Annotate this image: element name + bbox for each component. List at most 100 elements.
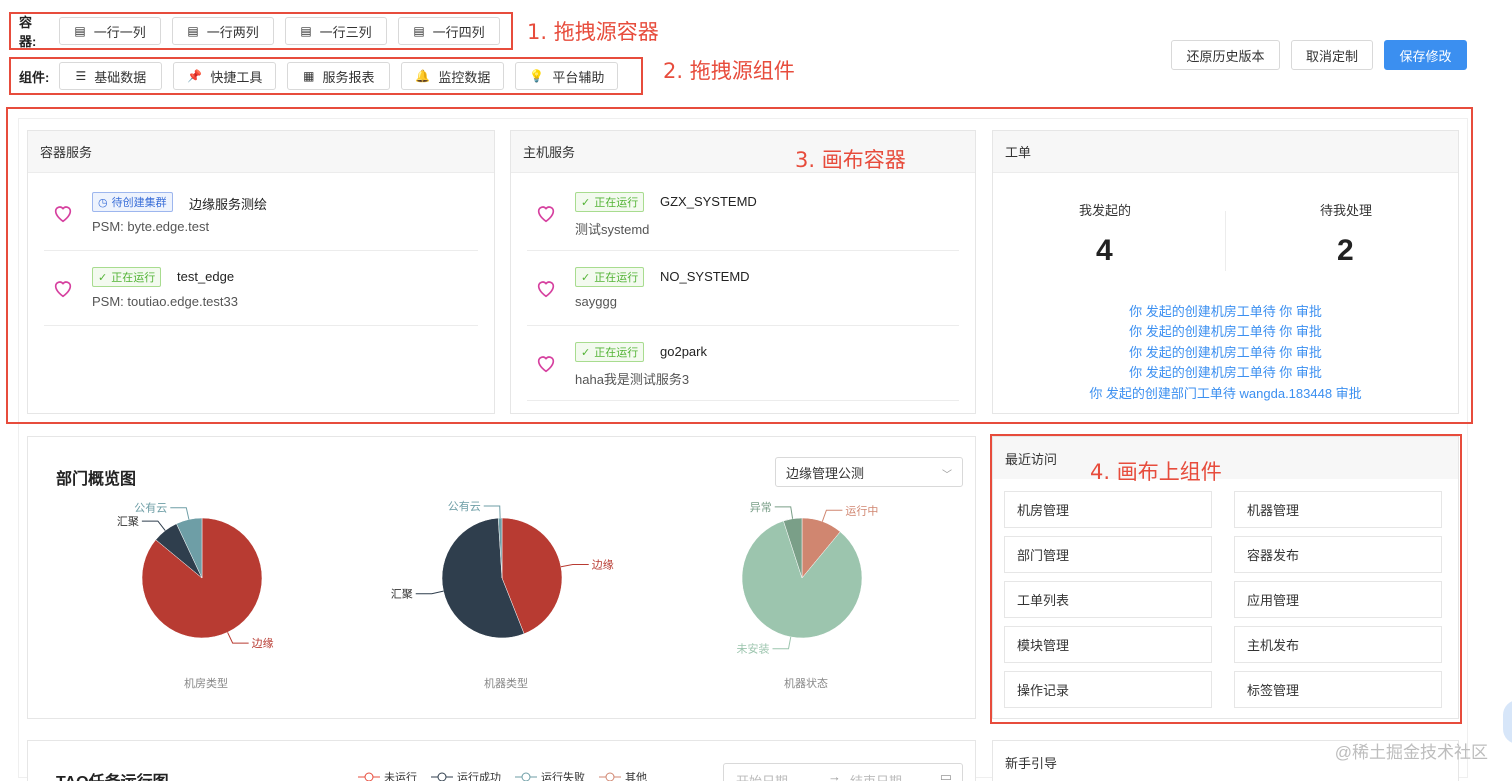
service-name[interactable]: test_edge [177, 269, 234, 284]
quick-tools-button[interactable]: 📌 快捷工具 [173, 62, 277, 90]
list-item[interactable]: ✓ 正在运行 test_edge PSM: toutiao.edge.test33 [44, 251, 478, 326]
monitor-data-button[interactable]: 🔔 监控数据 [401, 62, 505, 90]
layout-icon: ▤ [300, 24, 312, 38]
check-circle-icon: ✓ [98, 271, 108, 284]
recent-item[interactable]: 机房管理 [1004, 491, 1212, 528]
server-icon: ☰ [75, 69, 87, 83]
pie-label: 运行中 [845, 504, 878, 517]
work-order-link[interactable]: 你 发起的创建机房工单待 你 审批 [993, 342, 1458, 361]
recent-item[interactable]: 部门管理 [1004, 536, 1212, 573]
tao-task-panel: TAO任务运行图 未运行 运行成功 运行失败 其他 开始日期 → 结束日期 ▭ [27, 740, 976, 781]
layout-icon: ▤ [187, 24, 199, 38]
start-date-input[interactable]: 开始日期 [736, 771, 788, 781]
work-order-panel: 工单 我发起的 4 待我处理 2 你 发起的创建机房工单待 你 审批 你 发起的… [992, 130, 1459, 414]
legend-marker-icon [599, 772, 621, 781]
chart-legend: 未运行 运行成功 运行失败 其他 [358, 769, 647, 781]
heart-icon[interactable] [535, 202, 557, 224]
status-badge: ◷ 待创建集群 [92, 192, 173, 212]
save-changes-button[interactable]: 保存修改 [1384, 40, 1467, 70]
recent-visits-panel: 最近访问 机房管理 机器管理 部门管理 容器发布 工单列表 应用管理 模块管理 … [992, 436, 1459, 719]
service-psm: PSM: byte.edge.test [92, 219, 210, 234]
legend-marker-icon [431, 772, 453, 781]
check-circle-icon: ✓ [581, 271, 591, 284]
pie-label: 未安装 [737, 642, 770, 656]
work-order-link[interactable]: 你 发起的创建部门工单待 wangda.183448 审批 [993, 383, 1458, 402]
recent-item[interactable]: 标签管理 [1234, 671, 1442, 708]
chart-caption: 机房类型 [184, 678, 228, 690]
service-name[interactable]: NO_SYSTEMD [660, 269, 750, 284]
recent-item[interactable]: 模块管理 [1004, 626, 1212, 663]
list-item[interactable]: ✓ 正在运行 NO_SYSTEMD sayggg [527, 251, 959, 326]
legend-marker-icon [358, 772, 380, 781]
legend-item[interactable]: 其他 [599, 769, 647, 781]
legend-item[interactable]: 运行失败 [515, 769, 585, 781]
host-service-panel: 主机服务 ✓ 正在运行 GZX_SYSTEMD 测试systemd ✓ 正在运行 N… [510, 130, 976, 414]
pie-label: 公有云 [448, 499, 481, 513]
dept-overview-panel: 部门概览图 边缘管理公测 ﹀ 边缘 汇聚 公有云 边缘 汇聚 公有云 运行中 未安装 异常 机房… [27, 436, 976, 719]
service-report-button[interactable]: ▦ 服务报表 [287, 62, 391, 90]
panel-title: 工单 [993, 131, 1458, 173]
pie-label-line [821, 509, 843, 522]
pie-label: 汇聚 [391, 588, 413, 601]
heart-icon[interactable] [52, 202, 74, 224]
pie-label-line [774, 506, 794, 519]
heart-icon[interactable] [52, 277, 74, 299]
one-row-one-col-button[interactable]: ▤ 一行一列 [59, 17, 162, 45]
heart-icon[interactable] [535, 352, 557, 374]
recent-item[interactable]: 工单列表 [1004, 581, 1212, 618]
service-name[interactable]: go2park [660, 344, 707, 359]
initiated-count[interactable]: 4 [1096, 234, 1113, 268]
pie-label: 汇聚 [117, 515, 139, 528]
initiated-label: 我发起的 [1079, 203, 1132, 218]
floating-help-button[interactable] [1503, 700, 1512, 744]
one-row-two-col-button[interactable]: ▤ 一行两列 [172, 17, 275, 45]
pending-label: 待我处理 [1320, 203, 1373, 218]
container-toolbar: 容器: ▤ 一行一列 ▤ 一行两列 ▤ 一行三列 ▤ 一行四列 [9, 12, 513, 50]
basic-data-button[interactable]: ☰ 基础数据 [59, 62, 163, 90]
platform-assist-button[interactable]: 💡 平台辅助 [515, 62, 619, 90]
component-toolbar: 组件: ☰ 基础数据 📌 快捷工具 ▦ 服务报表 🔔 监控数据 💡 平台辅助 [9, 57, 643, 95]
legend-item[interactable]: 运行成功 [431, 769, 501, 781]
restore-history-button[interactable]: 还原历史版本 [1171, 40, 1280, 70]
status-badge: ✓ 正在运行 [575, 342, 645, 362]
section-title: TAO任务运行图 [56, 768, 169, 781]
status-badge: ✓ 正在运行 [92, 267, 162, 287]
container-service-panel: 容器服务 ◷ 待创建集群 边缘服务测绘 PSM: byte.edge.test ✓… [27, 130, 495, 414]
bell-icon: 🔔 [415, 69, 431, 83]
recent-item[interactable]: 主机发布 [1234, 626, 1442, 663]
component-label: 组件: [19, 69, 50, 85]
one-row-three-col-button[interactable]: ▤ 一行三列 [285, 17, 387, 45]
list-item[interactable]: ◷ 待创建集群 边缘服务测绘 PSM: byte.edge.test [44, 176, 478, 251]
panel-title: 最近访问 [993, 437, 1458, 479]
work-order-link[interactable]: 你 发起的创建机房工单待 你 审批 [993, 321, 1458, 340]
one-row-four-col-button[interactable]: ▤ 一行四列 [398, 17, 500, 45]
calendar-icon: ▭ [939, 769, 952, 781]
status-badge: ✓ 正在运行 [575, 192, 645, 212]
service-name[interactable]: GZX_SYSTEMD [660, 194, 757, 209]
bulb-icon: 💡 [529, 69, 545, 83]
pie-label-line [227, 632, 249, 644]
cancel-customize-button[interactable]: 取消定制 [1291, 40, 1373, 70]
heart-icon[interactable] [535, 277, 557, 299]
recent-item[interactable]: 容器发布 [1234, 536, 1442, 573]
list-item[interactable]: ✓ 正在运行 GZX_SYSTEMD 测试systemd [527, 176, 959, 251]
recent-item[interactable]: 应用管理 [1234, 581, 1442, 618]
work-order-link[interactable]: 你 发起的创建机房工单待 你 审批 [993, 301, 1458, 320]
list-item[interactable]: ✓ 正在运行 go2park haha我是测试服务3 [527, 326, 959, 401]
end-date-input[interactable]: 结束日期 [850, 771, 902, 781]
legend-item[interactable]: 未运行 [358, 769, 417, 781]
work-order-link[interactable]: 你 发起的创建机房工单待 你 审批 [993, 362, 1458, 381]
date-range-picker[interactable]: 开始日期 → 结束日期 ▭ [723, 763, 963, 781]
pie-label: 公有云 [134, 501, 167, 515]
pending-count[interactable]: 2 [1337, 234, 1354, 268]
pie-label-line [170, 507, 190, 520]
pie-label: 异常 [750, 501, 772, 514]
annotation-drag-source-container: 1. 拖拽源容器 [527, 20, 659, 44]
annotation-canvas-container: 3. 画布容器 [795, 148, 906, 172]
arrow-right-icon: → [828, 769, 841, 781]
watermark: @稀土掘金技术社区 [1334, 743, 1488, 762]
recent-item[interactable]: 机器管理 [1234, 491, 1442, 528]
pie-label-line [415, 590, 444, 595]
service-name[interactable]: 边缘服务测绘 [189, 194, 267, 213]
recent-item[interactable]: 操作记录 [1004, 671, 1212, 708]
